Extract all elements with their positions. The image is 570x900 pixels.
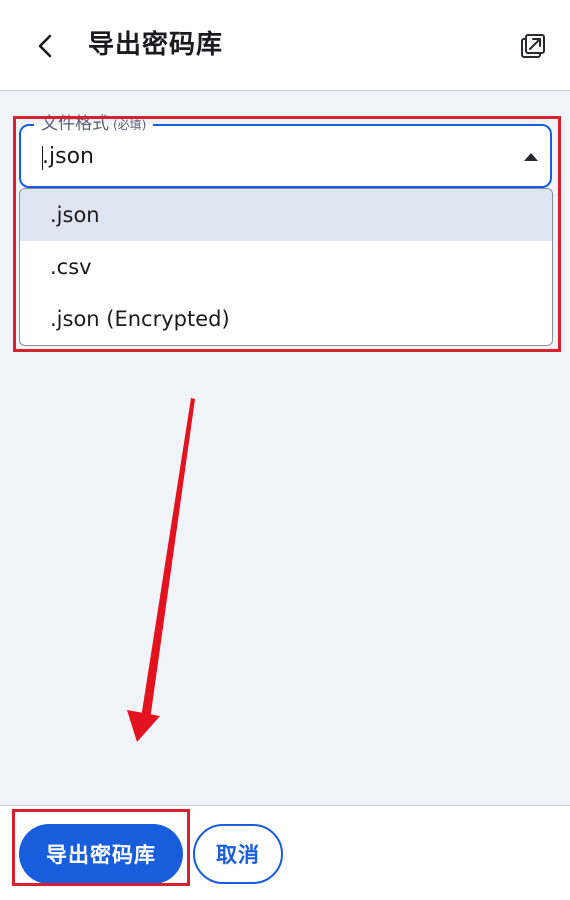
option-json-encrypted[interactable]: .json (Encrypted) xyxy=(20,293,552,345)
chevron-left-icon xyxy=(38,34,52,58)
triangle-up-icon[interactable] xyxy=(524,153,538,161)
page-title: 导出密码库 xyxy=(88,30,224,60)
file-format-options: .json .csv .json (Encrypted) xyxy=(19,188,553,346)
text-caret xyxy=(42,146,43,170)
export-vault-button[interactable]: 导出密码库 xyxy=(19,824,183,884)
popout-window-icon xyxy=(521,34,545,58)
popout-button[interactable] xyxy=(518,31,548,61)
cancel-button[interactable]: 取消 xyxy=(193,824,283,884)
file-format-label: 文件格式 (必填) xyxy=(34,112,154,137)
option-csv[interactable]: .csv xyxy=(20,241,552,293)
page-header: 导出密码库 xyxy=(0,0,570,91)
file-format-label-text: 文件格式 xyxy=(41,114,109,134)
back-button[interactable] xyxy=(28,28,64,64)
option-json[interactable]: .json xyxy=(20,189,552,241)
file-format-value[interactable]: .json xyxy=(42,143,94,171)
required-marker: (必填) xyxy=(113,118,147,132)
